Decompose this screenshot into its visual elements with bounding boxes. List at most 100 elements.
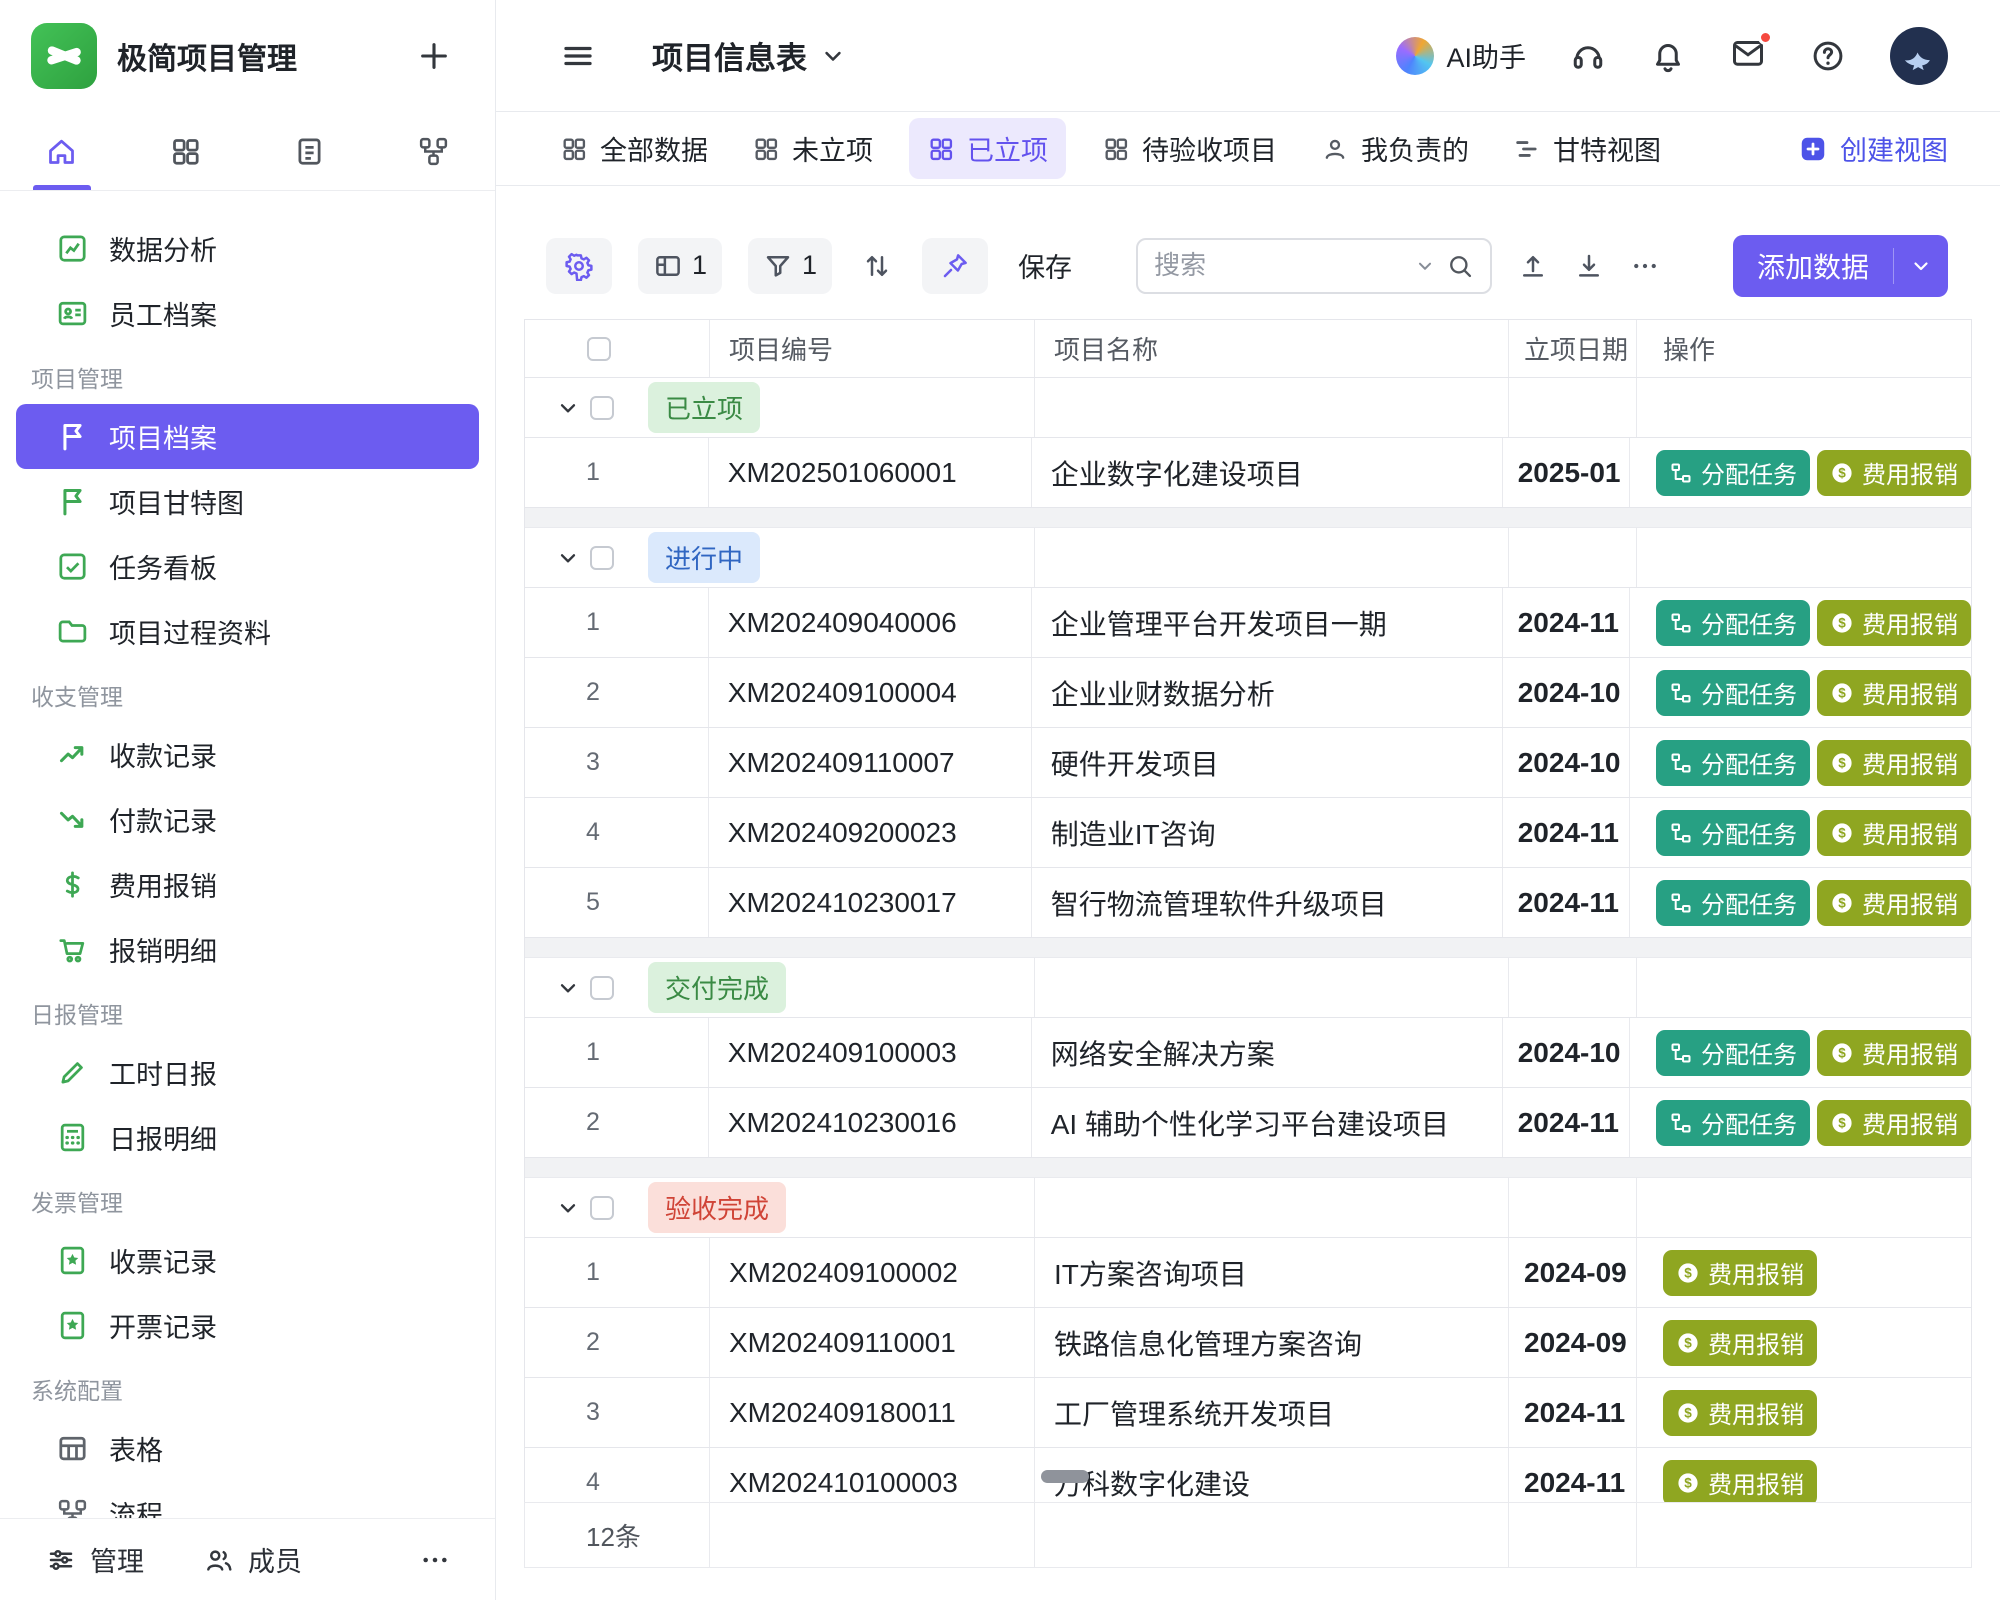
table-row[interactable]: 1 XM202409100002 IT方案咨询项目 2024-09 费用报销 (525, 1238, 1971, 1308)
expense-button[interactable]: 费用报销 (1817, 450, 1971, 496)
sidebar-item-tables[interactable]: 表格 (16, 1416, 479, 1481)
chevron-down-icon[interactable] (1414, 255, 1436, 277)
table-row[interactable]: 1 XM202501060001 企业数字化建设项目 2025-01 分配任务 … (525, 438, 1971, 508)
expense-button[interactable]: 费用报销 (1817, 810, 1971, 856)
expense-button[interactable]: 费用报销 (1817, 880, 1971, 926)
sidebar-item-process[interactable]: 流程 (16, 1481, 479, 1518)
download-icon[interactable] (1574, 251, 1604, 281)
view-tab-initiated[interactable]: 已立项 (909, 118, 1066, 179)
select-all-checkbox[interactable] (587, 337, 611, 361)
manage-button[interactable]: 管理 (46, 1540, 144, 1579)
sidebar-item-employee-files[interactable]: 员工档案 (16, 281, 479, 346)
expense-button[interactable]: 费用报销 (1817, 1030, 1971, 1076)
sidebar-item-project-files[interactable]: 项目档案 (16, 404, 479, 469)
sidebar-item-invoice-issued[interactable]: 开票记录 (16, 1293, 479, 1358)
more-icon[interactable] (1630, 251, 1660, 281)
search-icon[interactable] (1446, 252, 1474, 280)
sidebar-item-expense-reimbursement[interactable]: 费用报销 (16, 852, 479, 917)
sidebar-item-reimbursement-details[interactable]: 报销明细 (16, 917, 479, 982)
sidebar-item-project-gantt[interactable]: 项目甘特图 (16, 469, 479, 534)
sidebar-item-invoice-received[interactable]: 收票记录 (16, 1228, 479, 1293)
search-input[interactable] (1154, 250, 1404, 281)
group-checkbox[interactable] (590, 976, 614, 1000)
bell-icon[interactable] (1650, 38, 1686, 74)
group-checkbox[interactable] (590, 546, 614, 570)
view-tab-pending-acceptance[interactable]: 待验收项目 (1102, 129, 1277, 168)
assign-task-button[interactable]: 分配任务 (1656, 1100, 1810, 1146)
assign-task-button[interactable]: 分配任务 (1656, 810, 1810, 856)
assign-task-button[interactable]: 分配任务 (1656, 450, 1810, 496)
view-tab-my-projects[interactable]: 我负责的 (1321, 129, 1469, 168)
expense-button[interactable]: 费用报销 (1817, 670, 1971, 716)
collapse-chevron-icon[interactable] (555, 975, 581, 1001)
sort-button[interactable] (858, 238, 896, 294)
sidebar-item-project-process-docs[interactable]: 项目过程资料 (16, 599, 479, 664)
column-header-start-date[interactable]: 立项日期 (1509, 320, 1637, 377)
pin-button[interactable] (922, 238, 988, 294)
collapse-chevron-icon[interactable] (555, 545, 581, 571)
column-header-actions[interactable]: 操作 (1637, 320, 1971, 377)
table-row[interactable]: 4 XM202409200023 制造业IT咨询 2024-11 分配任务 费用… (525, 798, 1971, 868)
filter-button[interactable]: 1 (748, 238, 832, 294)
table-row[interactable]: 3 XM202409180011 工厂管理系统开发项目 2024-11 费用报销 (525, 1378, 1971, 1448)
table-row[interactable]: 5 XM202410230017 智行物流管理软件升级项目 2024-11 分配… (525, 868, 1971, 938)
table-row[interactable]: 1 XM202409100003 网络安全解决方案 2024-10 分配任务 费… (525, 1018, 1971, 1088)
table-row[interactable]: 4 XM202410100003 万科数字化建设 2024-11 费用报销 (525, 1448, 1971, 1502)
grid-icon (1102, 135, 1130, 163)
assign-task-button[interactable]: 分配任务 (1656, 670, 1810, 716)
expense-button[interactable]: 费用报销 (1817, 740, 1971, 786)
assign-task-button[interactable]: 分配任务 (1656, 880, 1810, 926)
table-row[interactable]: 2 XM202410230016 AI 辅助个性化学习平台建设项目 2024-1… (525, 1088, 1971, 1158)
assign-task-button[interactable]: 分配任务 (1656, 600, 1810, 646)
view-tab-not-initiated[interactable]: 未立项 (752, 129, 873, 168)
sidebar-item-daily-report-details[interactable]: 日报明细 (16, 1105, 479, 1170)
title-chevron-down-icon[interactable] (819, 42, 847, 70)
sidebar-tab-tables[interactable] (124, 112, 248, 190)
expense-button[interactable]: 费用报销 (1663, 1460, 1817, 1503)
help-icon[interactable] (1810, 38, 1846, 74)
table-row[interactable]: 2 XM202409100004 企业业财数据分析 2024-10 分配任务 费… (525, 658, 1971, 728)
expense-button[interactable]: 费用报销 (1817, 600, 1971, 646)
assign-task-button[interactable]: 分配任务 (1656, 740, 1810, 786)
settings-button[interactable] (546, 238, 612, 294)
group-checkbox[interactable] (590, 1196, 614, 1220)
sidebar-item-task-board[interactable]: 任务看板 (16, 534, 479, 599)
ai-assistant-button[interactable]: AI助手 (1396, 36, 1526, 75)
column-header-project-code[interactable]: 项目编号 (710, 320, 1035, 377)
sidebar-tab-home[interactable] (0, 112, 124, 190)
assign-task-button[interactable]: 分配任务 (1656, 1030, 1810, 1076)
table-row[interactable]: 2 XM202409110001 铁路信息化管理方案咨询 2024-09 费用报… (525, 1308, 1971, 1378)
sidebar-tab-docs[interactable] (248, 112, 372, 190)
add-data-dropdown[interactable] (1894, 254, 1948, 278)
more-icon[interactable] (419, 1544, 451, 1576)
hamburger-icon[interactable] (560, 38, 596, 74)
members-button[interactable]: 成员 (204, 1540, 302, 1579)
table-row[interactable]: 3 XM202409110007 硬件开发项目 2024-10 分配任务 费用报… (525, 728, 1971, 798)
upload-icon[interactable] (1518, 251, 1548, 281)
sidebar-tab-workflow[interactable] (371, 112, 495, 190)
avatar[interactable] (1890, 27, 1948, 85)
field-config-button[interactable]: 1 (638, 238, 722, 294)
create-view-button[interactable]: 创建视图 (1798, 129, 1948, 168)
sidebar-item-work-hour-daily[interactable]: 工时日报 (16, 1040, 479, 1105)
view-tab-gantt[interactable]: 甘特视图 (1513, 129, 1661, 168)
table-row[interactable]: 1 XM202409040006 企业管理平台开发项目一期 2024-11 分配… (525, 588, 1971, 658)
expense-button[interactable]: 费用报销 (1663, 1250, 1817, 1296)
expense-button[interactable]: 费用报销 (1663, 1320, 1817, 1366)
collapse-chevron-icon[interactable] (555, 395, 581, 421)
inbox-button[interactable] (1730, 35, 1766, 76)
headset-icon[interactable] (1570, 38, 1606, 74)
sidebar-item-data-analysis[interactable]: 数据分析 (16, 216, 479, 281)
horizontal-scrollbar-thumb[interactable] (1041, 1470, 1089, 1483)
column-header-project-name[interactable]: 项目名称 (1035, 320, 1509, 377)
add-data-button[interactable]: 添加数据 (1733, 235, 1948, 297)
sidebar-item-payment-records[interactable]: 付款记录 (16, 787, 479, 852)
group-checkbox[interactable] (590, 396, 614, 420)
expense-button[interactable]: 费用报销 (1817, 1100, 1971, 1146)
save-button[interactable]: 保存 (1014, 238, 1076, 294)
collapse-chevron-icon[interactable] (555, 1195, 581, 1221)
view-tab-all-data[interactable]: 全部数据 (560, 129, 708, 168)
add-app-icon[interactable] (417, 39, 451, 73)
sidebar-item-receipt-records[interactable]: 收款记录 (16, 722, 479, 787)
expense-button[interactable]: 费用报销 (1663, 1390, 1817, 1436)
